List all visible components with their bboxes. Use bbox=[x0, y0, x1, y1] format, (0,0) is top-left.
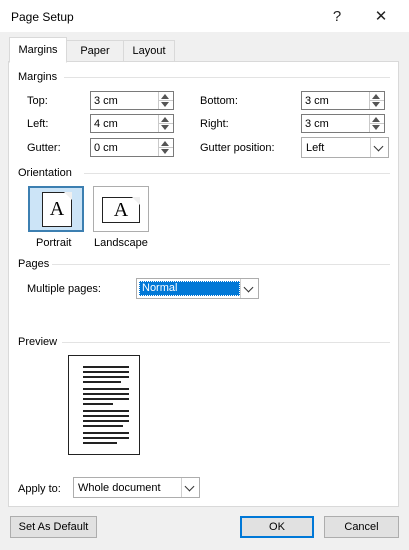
tab-layout[interactable]: Layout bbox=[123, 40, 175, 61]
preview-section-title: Preview bbox=[18, 336, 58, 348]
spinner-arrows[interactable] bbox=[158, 115, 173, 132]
spinner-arrows[interactable] bbox=[158, 139, 173, 156]
portrait-button[interactable]: A bbox=[28, 186, 84, 232]
spinner-arrows[interactable] bbox=[369, 92, 384, 109]
apply-to-value: Whole document bbox=[78, 482, 161, 494]
spin-down-icon[interactable] bbox=[161, 125, 169, 130]
bottom-label: Bottom: bbox=[200, 95, 238, 107]
apply-to-dropdown[interactable]: Whole document bbox=[73, 477, 200, 498]
right-label: Right: bbox=[200, 118, 229, 130]
right-margin-value: 3 cm bbox=[305, 118, 329, 130]
gutter-position-value: Left bbox=[306, 142, 325, 154]
margins-section-title: Margins bbox=[18, 71, 58, 83]
top-label: Top: bbox=[27, 95, 48, 107]
chevron-down-icon[interactable] bbox=[370, 138, 388, 157]
spinner-arrows[interactable] bbox=[158, 92, 173, 109]
tab-paper[interactable]: Paper bbox=[66, 40, 124, 61]
landscape-page-icon: A bbox=[102, 197, 140, 223]
spin-down-icon[interactable] bbox=[161, 102, 169, 107]
tab-margins[interactable]: Margins bbox=[9, 37, 67, 63]
left-label: Left: bbox=[27, 118, 49, 130]
spin-down-icon[interactable] bbox=[372, 125, 380, 130]
spin-up-icon[interactable] bbox=[161, 141, 169, 146]
spin-up-icon[interactable] bbox=[372, 94, 380, 99]
close-icon[interactable]: ✕ bbox=[366, 4, 396, 28]
gutter-spinner[interactable]: 0 cm bbox=[90, 138, 174, 157]
pages-section-title: Pages bbox=[18, 258, 50, 270]
orientation-separator bbox=[84, 173, 390, 174]
multiple-pages-dropdown[interactable]: Normal bbox=[136, 278, 259, 299]
right-margin-spinner[interactable]: 3 cm bbox=[301, 114, 385, 133]
gutter-label: Gutter: bbox=[27, 142, 61, 154]
set-as-default-button[interactable]: Set As Default bbox=[10, 516, 97, 538]
help-button[interactable]: ? bbox=[322, 4, 352, 28]
multiple-pages-value: Normal bbox=[139, 281, 240, 296]
bottom-margin-spinner[interactable]: 3 cm bbox=[301, 91, 385, 110]
top-margin-value: 3 cm bbox=[94, 95, 118, 107]
multiple-pages-label: Multiple pages: bbox=[27, 283, 101, 295]
dialog-title: Page Setup bbox=[11, 10, 74, 24]
landscape-button[interactable]: A bbox=[93, 186, 149, 232]
spin-up-icon[interactable] bbox=[372, 117, 380, 122]
top-margin-spinner[interactable]: 3 cm bbox=[90, 91, 174, 110]
chevron-down-icon[interactable] bbox=[181, 478, 199, 497]
gutter-position-label: Gutter position: bbox=[200, 142, 275, 154]
apply-to-label: Apply to: bbox=[18, 483, 61, 495]
preview-separator bbox=[62, 342, 390, 343]
spin-up-icon[interactable] bbox=[161, 117, 169, 122]
portrait-page-icon: A bbox=[42, 192, 72, 227]
gutter-position-dropdown[interactable]: Left bbox=[301, 137, 389, 158]
cancel-button[interactable]: Cancel bbox=[324, 516, 399, 538]
pages-separator bbox=[52, 264, 390, 265]
page-preview bbox=[68, 355, 140, 455]
spin-down-icon[interactable] bbox=[372, 102, 380, 107]
left-margin-value: 4 cm bbox=[94, 118, 118, 130]
spin-up-icon[interactable] bbox=[161, 94, 169, 99]
spin-down-icon[interactable] bbox=[161, 149, 169, 154]
spinner-arrows[interactable] bbox=[369, 115, 384, 132]
landscape-label[interactable]: Landscape bbox=[94, 237, 148, 249]
left-margin-spinner[interactable]: 4 cm bbox=[90, 114, 174, 133]
bottom-margin-value: 3 cm bbox=[305, 95, 329, 107]
portrait-label[interactable]: Portrait bbox=[36, 237, 71, 249]
margins-separator bbox=[64, 77, 390, 78]
ok-button[interactable]: OK bbox=[240, 516, 314, 538]
chevron-down-icon[interactable] bbox=[240, 279, 258, 298]
gutter-value: 0 cm bbox=[94, 142, 118, 154]
orientation-section-title: Orientation bbox=[18, 167, 72, 179]
